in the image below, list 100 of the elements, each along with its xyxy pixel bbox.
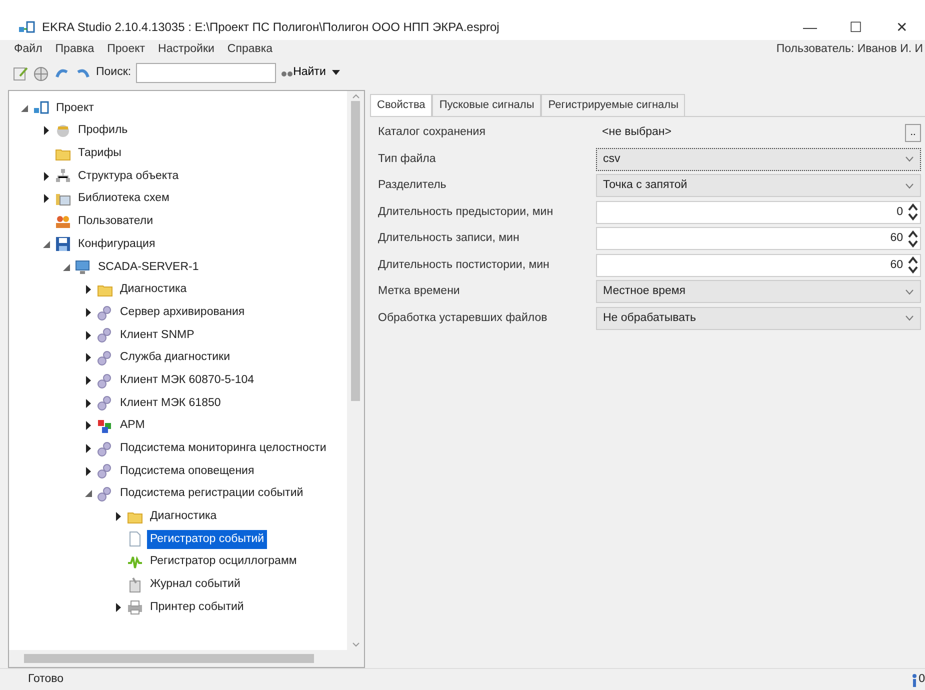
spin-buttons-icon (906, 228, 920, 249)
tab[interactable]: Пусковые сигналы (432, 94, 542, 116)
users-icon (55, 214, 71, 230)
maximize-button[interactable]: ☐ (833, 16, 879, 38)
tree-item[interactable]: Подсистема мониторинга целостности (117, 439, 330, 458)
tree-item[interactable]: Клиент МЭК 61850 (117, 394, 224, 413)
expand-arrow-icon[interactable] (42, 194, 50, 204)
close-button[interactable]: ✕ (879, 16, 925, 38)
property-label: Тип файла (378, 152, 437, 166)
menu-item[interactable]: Файл (12, 41, 44, 59)
browse-button[interactable]: .. (905, 124, 921, 142)
project-icon (33, 100, 49, 116)
chevron-down-icon (905, 288, 914, 295)
tree-item[interactable]: Пользователи (75, 212, 156, 232)
expand-arrow-icon[interactable] (84, 353, 92, 362)
gears-icon (97, 327, 113, 344)
journal-icon (127, 576, 143, 593)
number-field[interactable]: 60 (596, 254, 921, 277)
collapse-arrow-icon[interactable] (20, 104, 28, 113)
status-text: Готово (28, 672, 64, 687)
menu-item[interactable]: Проект (105, 41, 148, 59)
tree-item[interactable]: Регистратор осциллограмм (147, 552, 300, 572)
expand-arrow-icon[interactable] (114, 602, 122, 612)
dropdown-field[interactable]: Точка с запятой (596, 174, 921, 198)
dropdown-arrow-icon[interactable] (330, 69, 341, 77)
expand-arrow-icon[interactable] (84, 421, 92, 430)
tree-item[interactable]: Тарифы (75, 144, 124, 164)
tree-item[interactable]: Подсистема регистрации событий (117, 484, 306, 504)
gears-icon (97, 304, 113, 321)
collapse-arrow-icon[interactable] (84, 489, 92, 498)
expand-arrow-icon[interactable] (84, 285, 92, 294)
tab[interactable]: Регистрируемые сигналы (541, 94, 686, 116)
property-label: Каталог сохранения (378, 125, 486, 140)
expand-arrow-icon[interactable] (84, 330, 92, 340)
tree-item[interactable]: Диагностика (147, 507, 220, 526)
tree-item[interactable]: Диагностика (117, 280, 190, 300)
tree-item[interactable]: Журнал событий (147, 575, 244, 594)
dropdown-field[interactable]: csv (596, 148, 921, 171)
search-field[interactable] (136, 63, 276, 83)
tree-item[interactable]: Клиент SNMP (117, 326, 198, 345)
tree-item[interactable]: Структура объекта (75, 166, 182, 186)
expand-arrow-icon[interactable] (114, 512, 122, 522)
tree-item[interactable]: Библиотека схем (75, 189, 172, 209)
tree-item[interactable]: Конфигурация (75, 234, 158, 254)
number-field[interactable]: 60 (596, 227, 921, 250)
tree-item[interactable]: Сервер архивирования (117, 302, 248, 322)
gears-icon (97, 486, 113, 502)
window-title: EKRA Studio 2.10.4.13035 : E:\Проект ПС Полигон\Полигон ООО НПП ЭКРА.esproj (42, 19, 500, 36)
gears-icon (97, 372, 113, 389)
colored-blocks-icon (97, 418, 113, 434)
expand-arrow-icon[interactable] (84, 466, 92, 476)
library-icon (55, 191, 71, 208)
menu-item[interactable]: Правка (53, 41, 96, 59)
globe-icon[interactable] (33, 65, 49, 81)
menu-item[interactable]: Настройки (156, 41, 216, 59)
user-label: Пользователь: Иванов И. И (775, 42, 924, 58)
tree-item[interactable]: Подсистема оповещения (117, 462, 258, 481)
tree-item[interactable]: Клиент МЭК 60870-5-104 (117, 370, 258, 390)
tree-item[interactable]: АРМ (117, 416, 148, 436)
dropdown-field[interactable]: Местное время (596, 280, 921, 304)
gears-icon (97, 440, 113, 457)
expand-arrow-icon[interactable] (42, 172, 50, 181)
profile-icon (55, 123, 71, 140)
menu-item[interactable]: Справка (225, 41, 275, 59)
tree-item[interactable]: Служба диагностики (117, 348, 233, 368)
tree-item[interactable]: Регистратор событий (147, 530, 268, 550)
expand-arrow-icon[interactable] (42, 126, 50, 136)
gears-icon (97, 395, 113, 412)
dropdown-field[interactable]: Не обрабатывать (596, 306, 921, 330)
collapse-arrow-icon[interactable] (62, 262, 70, 272)
expand-arrow-icon[interactable] (84, 376, 92, 385)
waveform-icon (127, 554, 143, 570)
tree-item[interactable]: Профиль (75, 121, 131, 141)
tree-item[interactable]: Проект (53, 98, 97, 118)
property-label: Метка времени (378, 284, 461, 299)
horizontal-scrollbar[interactable] (9, 650, 364, 667)
search-label: Поиск: (96, 65, 132, 80)
expand-arrow-icon[interactable] (84, 308, 92, 317)
printer-icon (127, 599, 143, 616)
info-icon (910, 672, 919, 686)
document-icon (127, 531, 143, 548)
tab[interactable]: Свойства (370, 94, 432, 116)
app-icon (18, 20, 36, 34)
collapse-arrow-icon[interactable] (42, 240, 50, 249)
gears-icon (97, 350, 113, 366)
number-field[interactable]: 0 (596, 200, 921, 224)
counter: 0 (918, 672, 925, 687)
expand-arrow-icon[interactable] (84, 398, 92, 408)
spin-buttons-icon (906, 202, 920, 222)
chevron-down-icon (905, 156, 914, 162)
property-label: Разделитель (378, 178, 448, 193)
expand-arrow-icon[interactable] (84, 444, 92, 454)
minimize-button[interactable]: — (787, 16, 833, 38)
find-button[interactable]: Найти (281, 64, 326, 82)
tree-item[interactable]: SCADA-SERVER-1 (95, 258, 202, 277)
monitor-icon (75, 259, 91, 276)
property-label: Длительность постистории, мин (378, 258, 550, 272)
property-label: Длительность предыстории, мин (378, 204, 554, 220)
property-value: <не выбран> (602, 125, 672, 140)
tree-item[interactable]: Принтер событий (147, 598, 247, 618)
